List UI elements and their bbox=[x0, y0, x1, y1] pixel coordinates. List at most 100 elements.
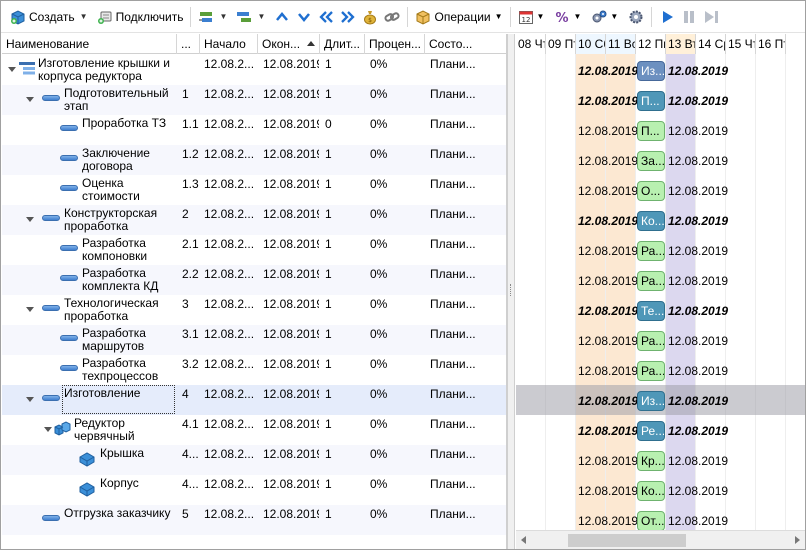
gantt-start-date-label: 12.08.2019 bbox=[578, 94, 639, 108]
table-row[interactable]: Оценка стоимости 1.3 12.08.2... 12.08.2019 1… bbox=[2, 175, 506, 205]
gantt-task-bar[interactable]: Те... bbox=[637, 301, 665, 321]
settings-button[interactable]: ▼ bbox=[588, 5, 621, 29]
gantt-row[interactable]: 12.08.2019 За... 12.08.2019 bbox=[516, 145, 805, 175]
expand-toggle-icon[interactable] bbox=[8, 65, 16, 73]
gantt-row[interactable]: 12.08.2019 Ра... 12.08.2019 bbox=[516, 265, 805, 295]
gantt-task-bar[interactable]: Ра... bbox=[637, 271, 665, 291]
link-button[interactable] bbox=[381, 5, 403, 29]
table-row[interactable]: Редуктор червячный 4.1 12.08.2... 12.08.201… bbox=[2, 415, 506, 445]
connect-button[interactable]: Подключить bbox=[94, 5, 187, 29]
task-name: Изготовление крышки и корпуса редуктора bbox=[38, 56, 170, 83]
table-row[interactable]: Отгрузка заказчику 5 12.08.2... 12.08.2019 1… bbox=[2, 505, 506, 535]
pane-splitter[interactable] bbox=[507, 34, 515, 549]
table-row[interactable]: Технологическая проработка 3 12.08.2... 12.… bbox=[2, 295, 506, 325]
table-row[interactable]: Подготовительный этап 1 12.08.2... 12.08.20… bbox=[2, 85, 506, 115]
gantt-task-bar[interactable]: Из... bbox=[637, 391, 665, 411]
gantt-row[interactable]: 12.08.2019 Ко... 12.08.2019 bbox=[516, 205, 805, 235]
gantt-task-bar[interactable]: П... bbox=[637, 121, 665, 141]
gantt-task-bar[interactable]: Ко... bbox=[637, 481, 665, 501]
scroll-right-arrow-icon[interactable] bbox=[795, 536, 800, 544]
gantt-row[interactable]: 12.08.2019 Ко... 12.08.2019 bbox=[516, 475, 805, 505]
gantt-task-bar[interactable]: Ра... bbox=[637, 361, 665, 381]
indent-icon bbox=[198, 9, 214, 25]
calendar-icon: 12 bbox=[518, 9, 534, 25]
task-number: 5 bbox=[182, 507, 189, 521]
indent-dropdown-caret[interactable]: ▼ bbox=[217, 5, 229, 29]
table-row[interactable]: Проработка ТЗ 1.1 12.08.2... 12.08.2019 0 0% П… bbox=[2, 115, 506, 145]
gantt-task-bar[interactable]: Ко... bbox=[637, 211, 665, 231]
column-header-number[interactable]: ... bbox=[177, 34, 200, 54]
column-header-name[interactable]: Наименование bbox=[2, 34, 177, 54]
calendar-button[interactable]: 12 ▼ bbox=[515, 5, 548, 29]
skip-forward-button[interactable] bbox=[700, 5, 722, 29]
outline-button[interactable] bbox=[233, 5, 255, 29]
table-row[interactable]: Изготовление 4 12.08.2... 12.08.2019 1 0% План… bbox=[2, 385, 506, 415]
gantt-row[interactable]: 12.08.2019 Кр... 12.08.2019 bbox=[516, 445, 805, 475]
gantt-horizontal-scrollbar[interactable] bbox=[516, 530, 805, 549]
expand-toggle-icon[interactable] bbox=[26, 95, 34, 103]
gantt-row[interactable]: 12.08.2019 Из... 12.08.2019 bbox=[516, 55, 805, 85]
gantt-row[interactable]: 12.08.2019 Ра... 12.08.2019 bbox=[516, 235, 805, 265]
task-number: 4... bbox=[182, 477, 199, 491]
gantt-row[interactable]: 12.08.2019 П... 12.08.2019 bbox=[516, 115, 805, 145]
gear-button[interactable] bbox=[625, 5, 647, 29]
expand-toggle-icon[interactable] bbox=[44, 425, 52, 433]
gantt-task-bar[interactable]: Кр... bbox=[637, 451, 665, 471]
gantt-row[interactable]: 12.08.2019 Ре... 12.08.2019 bbox=[516, 415, 805, 445]
gantt-task-bar[interactable]: Ре... bbox=[637, 421, 665, 441]
scroll-left-arrow-icon[interactable] bbox=[521, 536, 526, 544]
indent-button[interactable] bbox=[195, 5, 217, 29]
table-row[interactable]: Разработка комплекта КД 2.2 12.08.2... 12.0… bbox=[2, 265, 506, 295]
table-row[interactable]: Заключение договора 1.2 12.08.2... 12.08.20… bbox=[2, 145, 506, 175]
task-icon bbox=[42, 515, 60, 521]
pause-button[interactable] bbox=[678, 5, 700, 29]
table-row[interactable]: Конструкторская проработка 2 12.08.2... 12.… bbox=[2, 205, 506, 235]
indent-right-button[interactable] bbox=[337, 5, 359, 29]
scrollbar-thumb[interactable] bbox=[568, 534, 686, 547]
gantt-task-bar[interactable]: Ра... bbox=[637, 241, 665, 261]
column-header-percent[interactable]: Процен... bbox=[365, 34, 425, 54]
gantt-task-bar[interactable]: О... bbox=[637, 181, 665, 201]
outdent-button[interactable] bbox=[315, 5, 337, 29]
create-button[interactable]: Создать bbox=[7, 5, 78, 29]
create-dropdown-caret[interactable]: ▼ bbox=[78, 5, 90, 29]
task-number: 3 bbox=[182, 297, 189, 311]
gantt-task-bar[interactable]: Ра... bbox=[637, 331, 665, 351]
gantt-task-bar[interactable]: Из... bbox=[637, 61, 665, 81]
gantt-end-date-label: 12.08.2019 bbox=[668, 484, 729, 498]
gantt-row[interactable]: 12.08.2019 Ра... 12.08.2019 bbox=[516, 355, 805, 385]
expand-toggle-icon[interactable] bbox=[26, 215, 34, 223]
table-row[interactable]: Разработка компоновки 2.1 12.08.2... 12.08.… bbox=[2, 235, 506, 265]
task-end: 12.08.2019 bbox=[263, 147, 319, 161]
table-row[interactable]: Изготовление крышки и корпуса редуктора 1… bbox=[2, 55, 506, 85]
table-row[interactable]: Разработка техпроцессов 3.2 12.08.2... 12.0… bbox=[2, 355, 506, 385]
gantt-row[interactable]: 12.08.2019 П... 12.08.2019 bbox=[516, 85, 805, 115]
resources-button[interactable]: $ bbox=[359, 5, 381, 29]
move-down-button[interactable] bbox=[293, 5, 315, 29]
table-row[interactable]: Крышка 4... 12.08.2... 12.08.2019 1 0% Плани..… bbox=[2, 445, 506, 475]
gantt-row[interactable]: 12.08.2019 О... 12.08.2019 bbox=[516, 175, 805, 205]
column-header-start[interactable]: Начало bbox=[200, 34, 258, 54]
gantt-row[interactable]: 12.08.2019 Из... 12.08.2019 bbox=[516, 385, 805, 415]
column-header-status[interactable]: Состо... bbox=[425, 34, 506, 54]
table-row[interactable]: Разработка маршрутов 3.1 12.08.2... 12.08.2… bbox=[2, 325, 506, 355]
table-row[interactable]: Корпус 4... 12.08.2... 12.08.2019 1 0% Плани..… bbox=[2, 475, 506, 505]
task-start: 12.08.2... bbox=[204, 447, 255, 461]
task-name: Подготовительный этап bbox=[64, 86, 169, 113]
percent-button[interactable]: % ▼ bbox=[551, 5, 584, 29]
gantt-task-bar[interactable]: За... bbox=[637, 151, 665, 171]
percent-caret: ▼ bbox=[573, 12, 582, 21]
expand-toggle-icon[interactable] bbox=[26, 305, 34, 313]
gantt-task-bar[interactable]: От... bbox=[637, 511, 665, 531]
task-end: 12.08.2019 bbox=[263, 267, 319, 281]
expand-toggle-icon[interactable] bbox=[26, 395, 34, 403]
gantt-row[interactable]: 12.08.2019 Ра... 12.08.2019 bbox=[516, 325, 805, 355]
column-header-duration[interactable]: Длит... bbox=[320, 34, 365, 54]
gantt-task-bar[interactable]: П... bbox=[637, 91, 665, 111]
column-header-end[interactable]: Окон... bbox=[258, 34, 320, 54]
gantt-row[interactable]: 12.08.2019 Те... 12.08.2019 bbox=[516, 295, 805, 325]
operations-button[interactable]: Операции ▼ bbox=[412, 5, 505, 29]
move-up-button[interactable] bbox=[271, 5, 293, 29]
play-button[interactable] bbox=[656, 5, 678, 29]
outline-dropdown-caret[interactable]: ▼ bbox=[255, 5, 267, 29]
